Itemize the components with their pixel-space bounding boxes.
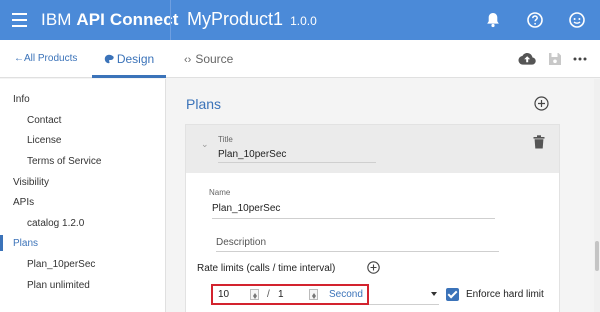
rate-calls-input[interactable]: 10	[218, 289, 229, 300]
plan-card-header[interactable]: ⌄ Title Plan_10perSec	[186, 125, 559, 173]
sidebar-item-license[interactable]: License	[27, 135, 61, 146]
sidebar-nav: Info Contact License Terms of Service Vi…	[0, 79, 166, 312]
scrollbar-thumb[interactable]	[595, 241, 599, 271]
sidebar-item-visibility[interactable]: Visibility	[13, 177, 49, 188]
code-icon: ‹›	[184, 54, 192, 66]
title-underline	[218, 162, 376, 163]
user-avatar-icon[interactable]	[568, 11, 586, 29]
delete-plan-icon[interactable]	[533, 135, 545, 149]
tab-source-label: Source	[195, 52, 234, 66]
active-nav-indicator	[0, 235, 3, 251]
sidebar-item-terms-of-service[interactable]: Terms of Service	[27, 156, 101, 167]
enforce-hard-limit-label: Enforce hard limit	[466, 289, 544, 300]
tab-design[interactable]: Design	[92, 40, 166, 78]
rate-unit-select[interactable]: Second	[329, 289, 363, 300]
sidebar-item-info[interactable]: Info	[13, 94, 30, 105]
title-label: Title	[218, 135, 233, 144]
brand-name: API Connect	[76, 10, 179, 29]
description-underline	[216, 251, 499, 252]
product-title: MyProduct1 1.0.0	[187, 9, 317, 30]
rate-limits-label: Rate limits (calls / time interval)	[197, 263, 336, 274]
palette-icon	[104, 54, 114, 64]
section-title: Plans	[186, 96, 222, 112]
sidebar-item-contact[interactable]: Contact	[27, 115, 61, 126]
sidebar-item-apis[interactable]: APIs	[13, 197, 34, 208]
name-label: Name	[209, 188, 231, 197]
title-field[interactable]: Plan_10perSec	[218, 149, 286, 160]
rate-interval-stepper[interactable]	[309, 289, 318, 300]
enforce-hard-limit-checkbox[interactable]	[446, 288, 459, 301]
app-header: IBM API Connect MyProduct1 1.0.0	[0, 0, 600, 40]
rate-separator: /	[267, 289, 270, 300]
description-field[interactable]: Description	[216, 237, 266, 248]
chevron-down-icon[interactable]	[431, 292, 437, 296]
sidebar-item-catalog[interactable]: catalog 1.2.0	[27, 218, 84, 229]
tab-design-label: Design	[116, 52, 155, 66]
sidebar-item-plan-unlimited[interactable]: Plan unlimited	[27, 280, 90, 291]
add-rate-limit-icon[interactable]	[367, 261, 380, 274]
name-field[interactable]: Plan_10perSec	[212, 203, 280, 214]
help-icon[interactable]	[526, 11, 544, 29]
back-arrow-icon: ←	[14, 53, 24, 64]
product-name: MyProduct1	[187, 9, 284, 29]
cloud-upload-icon[interactable]	[518, 51, 536, 67]
more-options-icon[interactable]	[571, 51, 589, 67]
header-divider	[170, 0, 171, 40]
rate-limit-input-group: 10 / 1 Second	[211, 284, 369, 305]
add-plan-icon[interactable]	[534, 96, 549, 111]
sidebar-item-plan-10persec[interactable]: Plan_10perSec	[27, 259, 95, 270]
brand-prefix: IBM	[41, 10, 72, 29]
rate-interval-input[interactable]: 1	[278, 289, 284, 300]
main-content: Plans ⌄ Title Plan_10perSec Name Plan_10…	[167, 79, 600, 312]
tab-source[interactable]: ‹› Source	[184, 40, 233, 78]
product-version: 1.0.0	[290, 14, 317, 28]
unit-select-underline	[369, 304, 439, 305]
save-icon[interactable]	[546, 51, 564, 67]
rate-calls-stepper[interactable]	[250, 289, 259, 300]
all-products-label: All Products	[24, 53, 78, 64]
tab-bar: ←All Products Design ‹› Source	[0, 40, 600, 78]
name-underline	[212, 218, 495, 219]
sidebar-item-plans[interactable]: Plans	[13, 238, 38, 249]
all-products-link[interactable]: ←All Products	[14, 40, 77, 78]
app-brand: IBM API Connect	[41, 10, 179, 30]
chevron-down-icon[interactable]: ⌄	[201, 139, 209, 150]
scrollbar[interactable]	[594, 79, 600, 312]
hamburger-menu-icon[interactable]	[12, 13, 27, 27]
bell-icon[interactable]	[484, 11, 502, 29]
